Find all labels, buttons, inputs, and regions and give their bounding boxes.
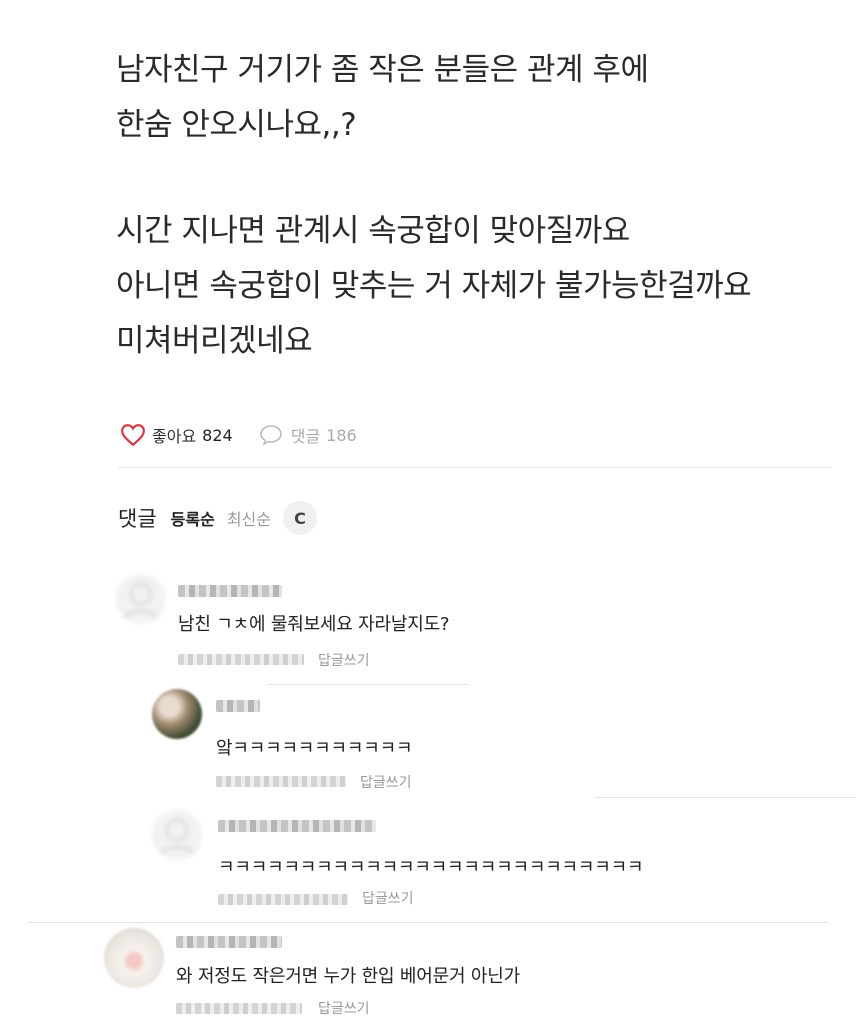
post-line: 미쳐버리겠네요 <box>116 323 313 359</box>
divider <box>28 922 828 923</box>
post-line: 한숨 안오시나요,,? <box>116 107 357 143</box>
comment-label[interactable]: 댓글 <box>291 423 320 447</box>
reply-button[interactable]: 답글쓰기 <box>318 998 370 1018</box>
heart-outline-icon[interactable] <box>120 423 146 447</box>
like-label[interactable]: 좋아요 <box>152 423 196 447</box>
default-avatar-icon <box>158 818 196 857</box>
avatar[interactable] <box>152 810 202 860</box>
comments-heading: 댓글 <box>118 507 157 531</box>
comment-date-redacted <box>178 654 304 665</box>
comment-count: 186 <box>326 425 357 445</box>
post-line: 시간 지나면 관계시 속궁합이 맞아질까요 <box>116 213 630 249</box>
avatar[interactable] <box>116 574 166 624</box>
comment-date-redacted <box>216 776 346 787</box>
post-line: 아니면 속궁합이 맞추는 거 자체가 불가능한걸까요 <box>116 268 752 304</box>
refresh-icon[interactable]: C <box>282 501 317 535</box>
author-name-redacted[interactable] <box>178 585 282 597</box>
comment-text: 와 저정도 작은거면 누가 한입 베어문거 아닌가 <box>176 966 520 987</box>
comment-sort-bar: 댓글 등록순 최신순 C <box>118 498 317 538</box>
avatar[interactable] <box>104 928 164 988</box>
divider <box>268 684 468 685</box>
author-name-redacted[interactable] <box>216 700 260 712</box>
default-avatar-icon <box>122 582 160 621</box>
speech-bubble-icon[interactable] <box>259 424 283 446</box>
comment-text: 앜ㅋㅋㅋㅋㅋㅋㅋㅋㅋㅋㅋ <box>216 738 413 759</box>
comment-text: 남친 ㄱㅊ에 물줘보세요 자라날지도? <box>178 614 450 635</box>
sort-latest[interactable]: 최신순 <box>227 506 271 530</box>
divider <box>118 467 832 468</box>
post-line: 남자친구 거기가 좀 작은 분들은 관계 후에 <box>116 52 649 88</box>
reply-button[interactable]: 답글쓰기 <box>318 650 370 670</box>
avatar[interactable] <box>152 689 202 739</box>
divider <box>594 797 856 798</box>
author-name-redacted[interactable] <box>218 820 376 832</box>
like-count: 824 <box>202 425 233 445</box>
author-name-redacted[interactable] <box>176 936 282 948</box>
reply-button[interactable]: 답글쓰기 <box>360 772 412 792</box>
post-actions: 좋아요 824 댓글 186 <box>120 420 357 450</box>
comment-text: ㅋㅋㅋㅋㅋㅋㅋㅋㅋㅋㅋㅋㅋㅋㅋㅋㅋㅋㅋㅋㅋㅋㅋㅋㅋㅋ <box>218 857 644 878</box>
sort-registered[interactable]: 등록순 <box>171 506 215 530</box>
comment-date-redacted <box>176 1003 302 1014</box>
comment-date-redacted <box>218 894 348 905</box>
reply-button[interactable]: 답글쓰기 <box>362 888 414 908</box>
